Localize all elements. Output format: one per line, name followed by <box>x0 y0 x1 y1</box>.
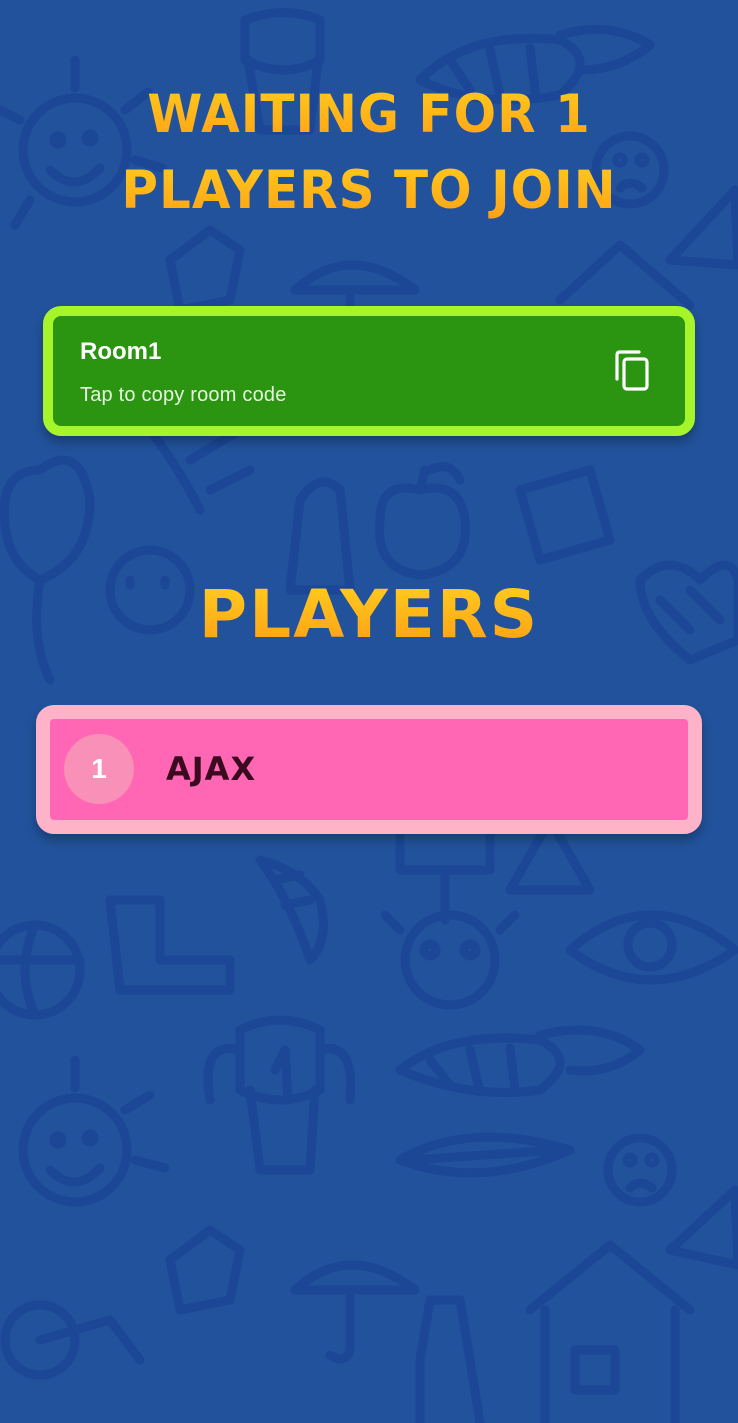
room-copy-hint: Tap to copy room code <box>80 384 287 406</box>
waiting-title-line-1: WAITING FOR 1 <box>0 74 738 154</box>
copy-icon[interactable] <box>611 349 655 393</box>
players-heading: PLAYERS <box>0 575 738 655</box>
waiting-title: WAITING FOR 1 PLAYERS TO JOIN <box>0 76 738 228</box>
player-number-badge: 1 <box>64 734 134 804</box>
room-code-card[interactable]: Room1 Tap to copy room code <box>43 306 695 436</box>
player-name: AJAX <box>166 750 257 788</box>
room-name: Room1 <box>80 338 162 365</box>
player-list-item: 1 AJAX <box>36 705 702 834</box>
copy-icon-graphic <box>615 350 649 391</box>
waiting-title-line-2: PLAYERS TO JOIN <box>0 150 738 230</box>
